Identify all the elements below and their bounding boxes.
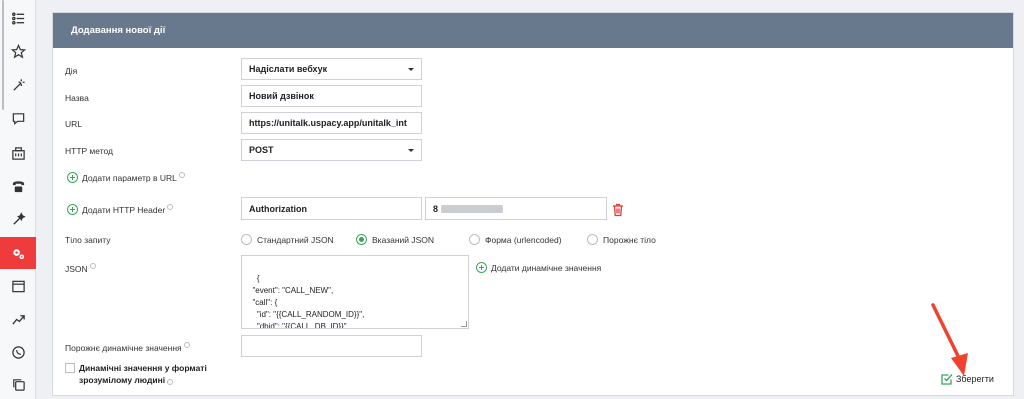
- add-url-param-button[interactable]: Додати параметр в URL: [67, 171, 185, 183]
- radio-custom-json-label: Вказаний JSON: [372, 234, 435, 245]
- sidebar-item-list[interactable]: [0, 2, 36, 34]
- phone-icon: [12, 180, 24, 192]
- human-readable-label-wrap[interactable]: Динамічні значення у форматі зрозумілому…: [79, 362, 229, 386]
- window-icon: [11, 280, 25, 292]
- body-label: Тіло запиту: [65, 235, 111, 245]
- name-input-value: Новий дзвінок: [249, 91, 314, 101]
- star-icon: [10, 43, 26, 58]
- name-label: Назва: [65, 93, 89, 103]
- radio-circle: [469, 234, 480, 245]
- json-textarea-value: { "event": "CALL_NEW", "call": { "id": "…: [252, 274, 365, 329]
- radio-urlencoded[interactable]: Форма (urlencoded): [469, 234, 562, 245]
- plus-circle-icon: [476, 262, 487, 273]
- human-readable-label: Динамічні значення у форматі зрозумілому…: [79, 363, 207, 385]
- empty-dynamic-label: Порожнє динамічне значення: [65, 343, 182, 353]
- action-select[interactable]: Надіслати вебхук: [241, 58, 422, 80]
- info-icon: [167, 203, 174, 210]
- plus-circle-icon: [67, 172, 78, 183]
- sidebar-item-automation[interactable]: [0, 69, 36, 101]
- save-label: Зберегти: [956, 374, 994, 384]
- sidebar-item-company[interactable]: [0, 137, 36, 169]
- url-label: URL: [65, 119, 83, 129]
- add-dynamic-value-button[interactable]: Додати динамічне значення: [476, 262, 601, 273]
- whatsapp-icon: [11, 345, 25, 359]
- json-label: JSON: [65, 264, 88, 274]
- chat-icon: [12, 112, 24, 125]
- radio-standard-json-label: Стандартний JSON: [257, 234, 334, 245]
- add-header-label: Додати HTTP Header: [82, 204, 166, 215]
- list-icon: [11, 11, 24, 25]
- sidebar-item-whatsapp[interactable]: [0, 336, 36, 368]
- check-square-icon: [941, 374, 953, 385]
- magic-wand-icon: [12, 78, 25, 91]
- method-label: HTTP метод: [65, 146, 113, 156]
- sidebar-item-tools[interactable]: [0, 203, 36, 235]
- gears-icon: [12, 248, 24, 259]
- info-icon: [178, 171, 185, 178]
- sidebar-item-window[interactable]: [0, 270, 36, 302]
- chevron-down-icon: [408, 149, 414, 152]
- name-input[interactable]: Новий дзвінок: [241, 85, 422, 107]
- json-label-wrap: JSON: [65, 263, 96, 274]
- wand-icon: [12, 211, 26, 225]
- building-icon: [11, 146, 25, 160]
- radio-custom-json[interactable]: Вказаний JSON: [356, 234, 434, 245]
- url-input-value: https://unitalk.uspacy.app/unitalk_int: [249, 118, 407, 128]
- sidebar-item-telephony[interactable]: [0, 170, 36, 202]
- delete-header-icon[interactable]: [612, 203, 624, 217]
- radio-standard-json[interactable]: Стандартний JSON: [241, 234, 334, 245]
- resize-handle[interactable]: [461, 321, 467, 327]
- sidebar: [0, 0, 36, 399]
- plus-circle-icon: [67, 204, 78, 215]
- header-name-value: Authorization: [249, 203, 307, 214]
- url-input[interactable]: https://unitalk.uspacy.app/unitalk_int: [241, 112, 422, 134]
- add-header-button[interactable]: Додати HTTP Header: [67, 203, 174, 215]
- info-icon: [167, 379, 174, 385]
- redacted-value: [441, 204, 504, 213]
- radio-empty-body[interactable]: Порожнє тіло: [587, 234, 656, 245]
- radio-circle: [241, 234, 252, 245]
- action-select-value: Надіслати вебхук: [249, 64, 328, 74]
- save-button[interactable]: Зберегти: [941, 373, 994, 385]
- empty-dynamic-label-wrap: Порожнє динамічне значення: [65, 342, 190, 353]
- header-value-text: 8: [433, 203, 439, 214]
- sidebar-item-favorites[interactable]: [0, 35, 36, 67]
- action-label: Дія: [65, 66, 78, 76]
- human-readable-checkbox[interactable]: [65, 363, 75, 373]
- sidebar-item-chat[interactable]: [0, 102, 36, 134]
- radio-circle: [587, 234, 598, 245]
- info-icon: [89, 263, 96, 269]
- header-value-input[interactable]: 8: [425, 197, 607, 220]
- json-textarea[interactable]: { "event": "CALL_NEW", "call": { "id": "…: [241, 255, 469, 329]
- header-name-input[interactable]: Authorization: [241, 197, 422, 220]
- radio-urlencoded-label: Форма (urlencoded): [485, 234, 562, 245]
- add-action-panel: Додавання нової дії Дія Надіслати вебхук…: [52, 12, 1014, 396]
- method-select-value: POST: [249, 145, 274, 155]
- method-select[interactable]: POST: [241, 139, 422, 161]
- panel-title: Додавання нової дії: [71, 25, 166, 36]
- panel-header: Додавання нової дії: [53, 13, 1013, 48]
- sidebar-item-analytics[interactable]: [0, 303, 36, 335]
- copy-icon: [12, 378, 25, 391]
- trend-icon: [11, 314, 25, 325]
- add-url-param-label: Додати параметр в URL: [82, 172, 177, 183]
- sidebar-item-duplicate[interactable]: [0, 368, 36, 399]
- sidebar-item-settings[interactable]: [0, 237, 36, 269]
- info-icon: [183, 342, 190, 348]
- empty-dynamic-input[interactable]: [241, 335, 422, 357]
- chevron-down-icon: [408, 68, 414, 71]
- add-dynamic-value-label: Додати динамічне значення: [491, 262, 602, 273]
- radio-empty-body-label: Порожнє тіло: [603, 234, 656, 245]
- radio-circle: [356, 234, 367, 245]
